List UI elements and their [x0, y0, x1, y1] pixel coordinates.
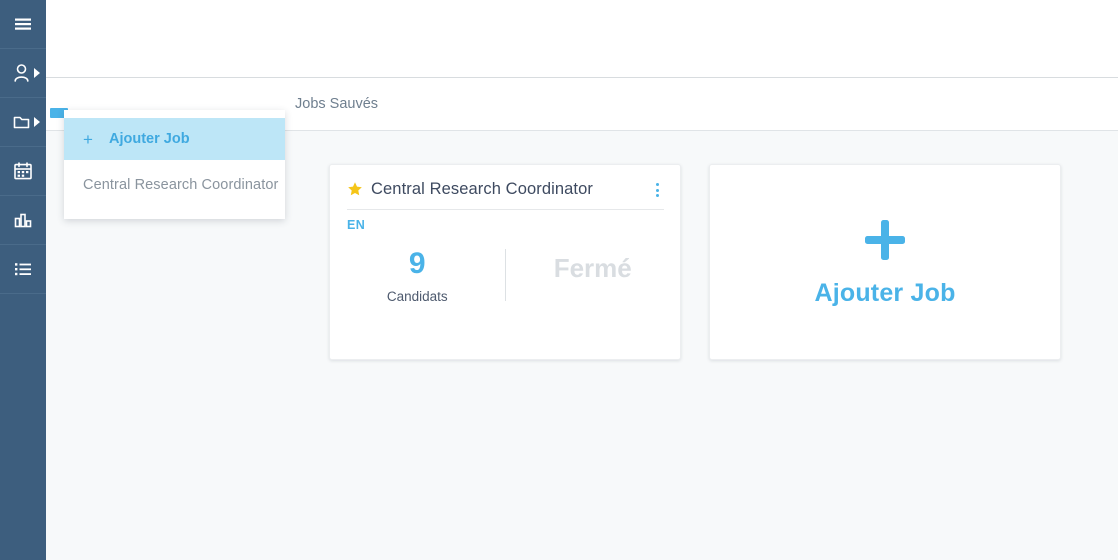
candidates-label: Candidats	[386, 289, 448, 304]
sidebar-item-people[interactable]	[0, 49, 46, 98]
job-card[interactable]: Central Research Coordinator EN 9 Candid…	[329, 164, 681, 360]
star-icon[interactable]	[347, 181, 363, 197]
folder-icon	[12, 111, 34, 133]
candidates-stat: 9 Candidats	[330, 247, 505, 304]
status-badge: Fermé	[553, 253, 632, 283]
sidebar-item-folders[interactable]	[0, 98, 46, 147]
tab-jobs-sauves[interactable]: Jobs Sauvés	[295, 78, 378, 130]
candidates-count: 9	[408, 247, 426, 280]
person-icon	[12, 62, 34, 84]
dropdown-item-label: Ajouter Job	[109, 131, 190, 147]
job-card-header: Central Research Coordinator	[347, 180, 664, 210]
job-card-title: Central Research Coordinator	[371, 180, 593, 198]
add-job-card[interactable]: Ajouter Job	[709, 164, 1061, 360]
tab-label: Jobs Sauvés	[295, 96, 379, 112]
dropdown-item-label: Central Research Coordinator	[83, 177, 279, 193]
sidebar	[0, 0, 46, 560]
sidebar-item-list[interactable]	[0, 245, 46, 294]
jobs-dropdown-menu: + Ajouter Job Central Research Coordinat…	[64, 110, 285, 219]
sidebar-item-reports[interactable]	[0, 196, 46, 245]
plus-icon: +	[83, 129, 93, 149]
calendar-icon	[12, 160, 34, 182]
dropdown-item-ajouter-job[interactable]: + Ajouter Job	[64, 118, 285, 160]
sidebar-item-menu[interactable]	[0, 0, 46, 49]
add-job-button[interactable]: Ajouter Job	[710, 165, 1060, 359]
status-stat: Fermé	[506, 247, 681, 285]
bar-chart-icon	[12, 209, 34, 231]
sidebar-item-calendar[interactable]	[0, 147, 46, 196]
job-card-stats: 9 Candidats Fermé	[330, 247, 680, 304]
plus-icon	[862, 217, 908, 263]
job-language-tag: EN	[347, 218, 366, 232]
top-header-bar	[46, 0, 1118, 78]
add-job-label: Ajouter Job	[814, 278, 956, 307]
hamburger-menu-icon	[12, 13, 34, 35]
dropdown-item-central-research-coordinator[interactable]: Central Research Coordinator	[64, 160, 285, 210]
app-root: Jobs Sauvés Central Research Coordinator…	[0, 0, 1118, 560]
chevron-right-icon	[34, 68, 40, 78]
sidebar-empty-space	[0, 294, 46, 560]
list-icon	[12, 258, 34, 280]
chevron-right-icon	[34, 117, 40, 127]
kebab-menu-icon[interactable]	[650, 181, 664, 199]
